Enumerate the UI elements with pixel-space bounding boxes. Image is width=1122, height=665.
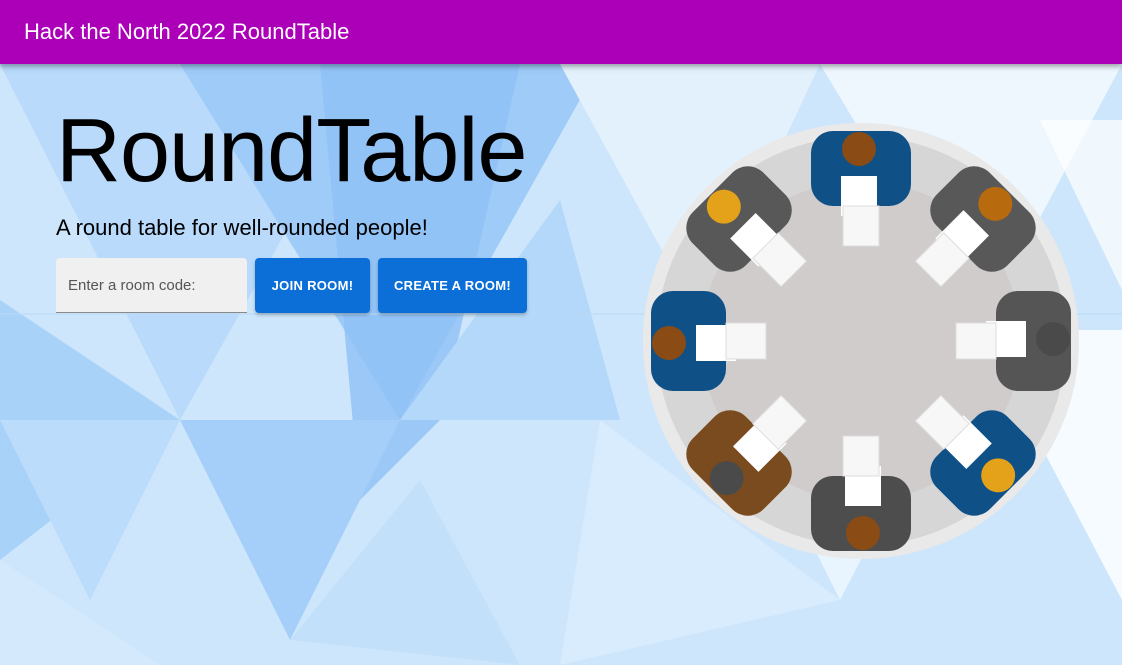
hero-title: RoundTable [56, 101, 527, 201]
hero-section: RoundTable A round table for well-rounde… [56, 96, 527, 240]
room-code-input[interactable] [56, 258, 247, 313]
page: Hack the North 2022 RoundTable RoundTabl… [0, 0, 1122, 665]
round-table-illustration [643, 123, 1079, 559]
join-room-button[interactable]: JOIN ROOM! [255, 258, 370, 313]
app-title: Hack the North 2022 RoundTable [24, 19, 350, 44]
app-bar: Hack the North 2022 RoundTable [0, 0, 1122, 64]
create-room-button[interactable]: CREATE A ROOM! [378, 258, 527, 313]
hero-subtitle: A round table for well-rounded people! [56, 215, 428, 240]
round-table-group [643, 123, 1079, 559]
